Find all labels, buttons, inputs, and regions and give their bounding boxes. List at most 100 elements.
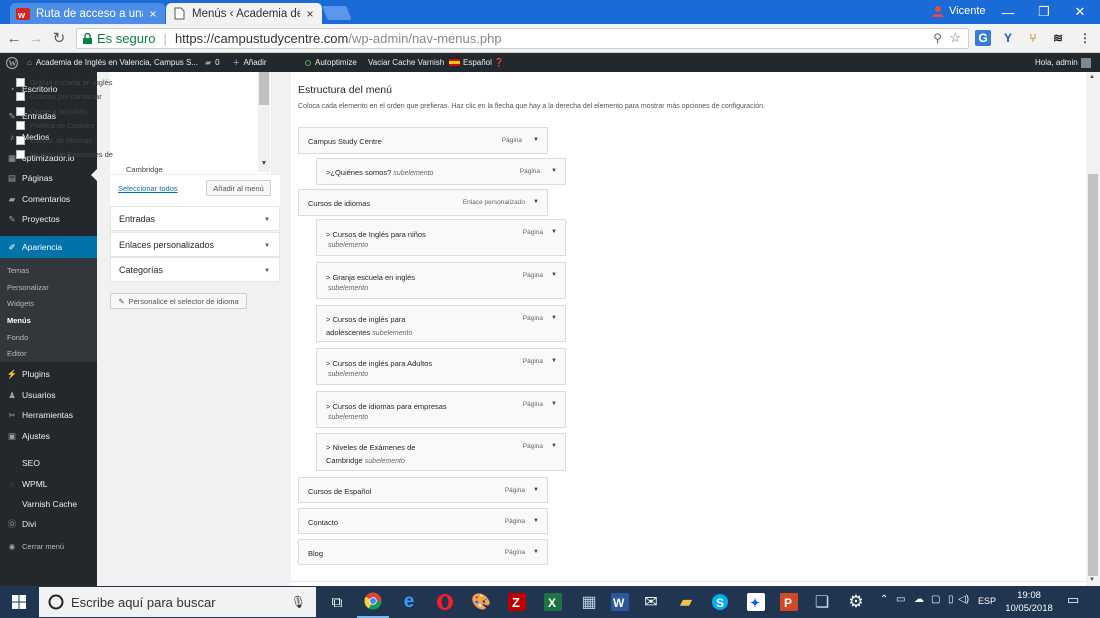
sidebar-item-usuarios[interactable]: ♟ Usuarios (0, 385, 97, 405)
sidebar-item-divi[interactable]: Ⓓ Divi (0, 514, 97, 534)
checkbox[interactable] (16, 92, 25, 101)
expand-caret-icon[interactable]: ▼ (533, 199, 539, 205)
chrome-menu-icon[interactable]: ⋮ (1077, 30, 1093, 46)
tab-menus[interactable]: Menús ‹ Academia de Ing × (166, 3, 322, 24)
expand-caret-icon[interactable]: ▼ (551, 443, 557, 449)
file-explorer-icon[interactable]: ▰ (670, 586, 702, 618)
page-checkbox-item[interactable]: Granja escuela en inglés (16, 78, 113, 87)
expand-caret-icon[interactable]: ▼ (551, 358, 557, 364)
paint-app-icon[interactable]: 🎨 (465, 586, 497, 618)
page-scrollbar-thumb[interactable] (1088, 174, 1098, 576)
close-window-button[interactable]: ✕ (1062, 0, 1098, 24)
comments-link[interactable]: ▰ 0 (205, 53, 220, 72)
microphone-icon[interactable]: 🎙 (291, 595, 306, 609)
settings-gear-icon[interactable]: ⚙ (840, 586, 872, 618)
select-all-link[interactable]: Seleccionar todos (118, 184, 178, 193)
word-app-icon[interactable]: W (604, 586, 636, 618)
submenu-item-temas[interactable]: Temas (7, 266, 29, 275)
expand-caret-icon[interactable]: ▼ (551, 168, 557, 174)
scroll-up-icon[interactable]: ▲ (1089, 74, 1095, 80)
collapse-menu-button[interactable]: ◉ Cerrar menú (0, 536, 97, 556)
wordpress-logo-icon[interactable]: W (6, 53, 18, 72)
submenu-item-menus[interactable]: Menús (7, 316, 31, 325)
opera-app-icon[interactable] (429, 586, 461, 618)
menu-item[interactable]: > Cursos de inglés para Adultos subeleme… (316, 348, 566, 385)
tab-close-icon[interactable]: × (147, 7, 159, 21)
keyboard-language[interactable]: ESP (978, 596, 996, 606)
menu-item[interactable]: >¿Quiénes somos? subelemento Página ▼ (316, 158, 566, 185)
site-name-link[interactable]: ⌂ Academia de Inglés en Valencia, Campus… (27, 53, 198, 72)
sidebar-item-varnish[interactable]: Varnish Cache (0, 494, 97, 514)
expand-caret-icon[interactable]: ▼ (533, 137, 539, 143)
menu-item[interactable]: Blog Página ▼ (298, 539, 548, 565)
maximize-button[interactable]: ❐ (1026, 0, 1062, 24)
menu-item[interactable]: Contacto Página ▼ (298, 508, 548, 534)
excel-app-icon[interactable]: X (537, 586, 569, 618)
start-button[interactable] (0, 586, 38, 618)
sidebar-item-seo[interactable]: SEO (0, 453, 97, 473)
bookmark-star-icon[interactable]: ☆ (949, 30, 961, 46)
account-menu[interactable]: Hola, admin (1035, 53, 1091, 72)
dropbox-app-icon[interactable]: ✦ (740, 586, 772, 618)
input-icon[interactable]: ▯ (948, 594, 954, 605)
page-checkbox-item[interactable]: Únete a nosotros (16, 107, 87, 116)
notes-app-icon[interactable]: ❏ (806, 586, 838, 618)
submenu-item-fondo[interactable]: Fondo (7, 333, 28, 342)
sidebar-item-paginas[interactable]: ▤ Páginas (0, 168, 97, 188)
checklist-scrollbar-thumb[interactable] (259, 72, 269, 105)
show-hidden-icons-icon[interactable]: ⌃ (880, 594, 888, 605)
forward-icon[interactable]: → (28, 30, 44, 47)
page-checkbox-item[interactable]: Cursos de idiomas (16, 136, 92, 145)
fork-extension-icon[interactable]: ⑂ (1025, 30, 1041, 46)
yoast-extension-icon[interactable]: Y (1000, 30, 1016, 46)
address-bar[interactable]: Es seguro | https://campustudycentre.com… (76, 28, 969, 49)
minimize-button[interactable]: — (990, 0, 1026, 24)
expand-caret-icon[interactable]: ▼ (551, 401, 557, 407)
chrome-app-icon[interactable] (357, 586, 389, 618)
menu-item[interactable]: > Niveles de Exámenes de Cambridge subel… (316, 433, 566, 471)
translate-extension-icon[interactable]: G (975, 30, 991, 46)
new-content-link[interactable]: + Añadir (233, 53, 267, 72)
menu-item[interactable]: Cursos de Español Página ▼ (298, 477, 548, 503)
checkbox[interactable] (16, 107, 25, 116)
submenu-item-widgets[interactable]: Widgets (7, 299, 34, 308)
menu-item[interactable]: > Cursos de idiomas para empresas subele… (316, 391, 566, 428)
add-to-menu-button[interactable]: Añadir al menú (206, 180, 271, 196)
sidebar-item-wpml[interactable]: ◌ WPML (0, 474, 97, 494)
filezilla-app-icon[interactable]: Z (501, 586, 533, 618)
volume-icon[interactable]: ◁) (958, 594, 969, 605)
powerpoint-app-icon[interactable]: P (773, 586, 805, 618)
back-icon[interactable]: ← (6, 30, 22, 47)
sidebar-item-comentarios[interactable]: ▰ Comentarios (0, 189, 97, 209)
system-clock[interactable]: 19:08 10/05/2018 (1003, 589, 1055, 615)
sidebar-item-herramientas[interactable]: ✂ Herramientas (0, 405, 97, 425)
task-view-icon[interactable]: ⧉ (321, 586, 353, 618)
taskbar-search[interactable]: Escribe aquí para buscar 🎙 (39, 587, 316, 617)
tab-close-icon[interactable]: × (304, 7, 316, 21)
sidebar-item-ajustes[interactable]: ▣ Ajustes (0, 426, 97, 446)
new-tab-button[interactable] (322, 6, 352, 20)
mail-app-icon[interactable]: ✉ (635, 586, 667, 618)
varnish-purge-link[interactable]: Vaciar Cache Varnish (368, 53, 444, 72)
checkbox[interactable] (16, 121, 25, 130)
page-checkbox-item[interactable]: Política de Cookies (16, 121, 94, 130)
zoom-icon[interactable]: ⚲ (933, 31, 942, 45)
scroll-down-icon[interactable]: ▼ (1089, 577, 1095, 583)
battery-icon[interactable]: ▭ (896, 594, 905, 605)
help-icon[interactable]: ❓ (494, 53, 504, 72)
page-checkbox-item[interactable]: Niveles de Exámenes de (16, 150, 113, 159)
photos-app-icon[interactable]: ▦ (573, 586, 605, 618)
menu-item[interactable]: > Cursos de inglés para adolescentes sub… (316, 305, 566, 342)
checkbox[interactable] (16, 78, 25, 87)
page-checkbox-item[interactable]: Gracias por contactar (16, 92, 102, 101)
language-selector-button[interactable]: ✎ Personalice el selector de idioma (110, 293, 247, 309)
network-icon[interactable]: ▢ (931, 594, 940, 605)
skype-app-icon[interactable]: S (704, 586, 736, 618)
accordion-enlaces[interactable]: Enlaces personalizados ▼ (110, 232, 280, 257)
accordion-categorias[interactable]: Categorías ▼ (110, 257, 280, 282)
expand-caret-icon[interactable]: ▼ (533, 518, 539, 524)
scroll-down-icon[interactable]: ▼ (259, 160, 269, 170)
sidebar-item-proyectos[interactable]: ✎ Proyectos (0, 209, 97, 229)
submenu-item-editor[interactable]: Editor (7, 349, 27, 358)
menu-item[interactable]: > Cursos de Inglés para niños subelement… (316, 219, 566, 256)
